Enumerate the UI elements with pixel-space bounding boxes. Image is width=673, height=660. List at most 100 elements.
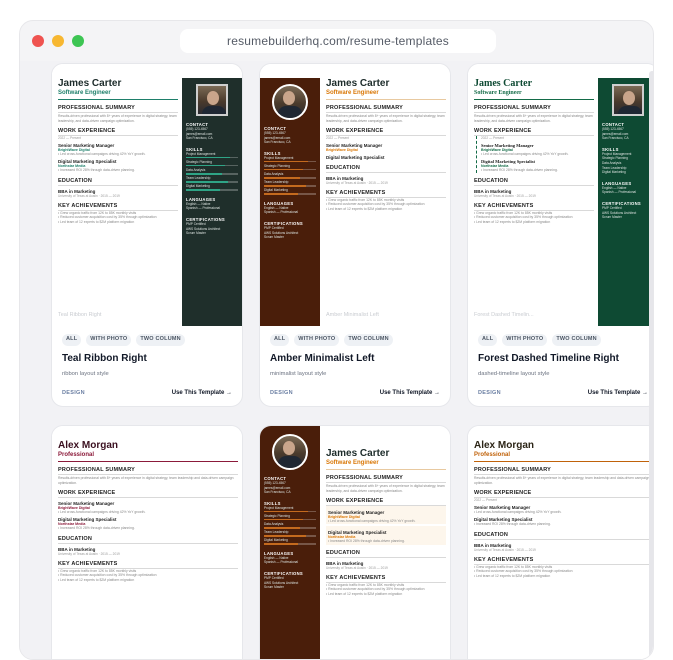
resume-achievements-heading: KEY ACHIEVEMENTS [58, 203, 178, 211]
template-card[interactable]: James Carter Software Engineer PROFESSIO… [51, 63, 243, 407]
resume-bullet: Increased ROI 28% through data-driven pl… [58, 168, 178, 172]
resume-role: Professional [58, 452, 95, 458]
resume-job-block: Senior Marketing Manager BrightWave Digi… [326, 506, 446, 525]
timeline: 2022 — Present Senior Marketing Manager … [476, 136, 594, 173]
tag-all[interactable]: ALL [62, 334, 82, 346]
resume-divider [326, 99, 446, 100]
resume-skill: Project Management [264, 505, 294, 510]
template-preview[interactable]: Alex Morgan Professional PROFESSIONAL SU… [468, 426, 653, 659]
skill-bar [264, 527, 316, 529]
resume-summary-heading: PROFESSIONAL SUMMARY [326, 475, 446, 483]
template-description: minimalist layout style [270, 371, 327, 377]
maximize-window-button[interactable] [72, 35, 84, 47]
template-name: Amber Minimalist Left [270, 353, 375, 364]
resume-name: James Carter [58, 78, 122, 89]
use-template-button[interactable]: Use This Template → [380, 390, 440, 396]
close-window-button[interactable] [32, 35, 44, 47]
resume-job-block: Digital Marketing Specialist Northstar M… [326, 526, 446, 545]
resume-cert: Scrum Master [602, 215, 622, 220]
resume-date: 2022 — Present [481, 136, 505, 140]
template-card[interactable]: CONTACT (555) 123-4567 james@email.com S… [259, 425, 451, 659]
tag-with-photo[interactable]: WITH PHOTO [294, 334, 340, 346]
resume-achievements-heading: KEY ACHIEVEMENTS [326, 575, 446, 583]
tag-two-column[interactable]: TWO COLUMN [552, 334, 601, 346]
resume-company: BrightWave Digital [326, 148, 358, 152]
resume-divider [474, 99, 594, 100]
resume-skill: Data Analysis [264, 521, 284, 526]
tag-two-column[interactable]: TWO COLUMN [344, 334, 393, 346]
resume-role: Software Engineer [58, 90, 111, 96]
tag-all[interactable]: ALL [478, 334, 498, 346]
resume-education-heading: EDUCATION [326, 550, 446, 558]
resume-summary-heading: PROFESSIONAL SUMMARY [474, 467, 653, 475]
address-bar[interactable]: resumebuilderhq.com/resume-templates [180, 29, 496, 53]
tag-with-photo[interactable]: WITH PHOTO [502, 334, 548, 346]
page-scrollbar[interactable] [649, 71, 653, 659]
skill-bar [186, 164, 238, 167]
resume-achievement: Led team of 12 experts to $2M platform m… [326, 207, 446, 211]
resume-skill: Data Analysis [264, 171, 284, 176]
template-preview[interactable]: CONTACT (555) 123-4567 james@email.com S… [260, 426, 450, 659]
resume-main-column: James Carter Software Engineer PROFESSIO… [58, 78, 178, 224]
use-template-button[interactable]: Use This Template → [588, 390, 648, 396]
resume-work-heading: WORK EXPERIENCE [58, 128, 178, 136]
resume-main-column: James Carter Software Engineer PROFESSIO… [326, 78, 446, 211]
browser-toolbar: resumebuilderhq.com/resume-templates [20, 21, 653, 61]
resume-skill: Team Leadership [264, 530, 289, 535]
resume-summary: Results-driven professional with 8+ year… [326, 114, 445, 123]
template-info: ALL WITH PHOTO TWO COLUMN Forest Dashed … [468, 326, 653, 377]
template-card[interactable]: CONTACT (555) 123-4567 james@email.com S… [259, 63, 451, 407]
resume-role: Software Engineer [326, 90, 379, 96]
resume-language: Spanish — Professional [264, 210, 299, 215]
resume-achievement: Led team of 12 experts to $2M platform m… [326, 592, 446, 596]
use-template-button[interactable]: Use This Template → [172, 390, 232, 396]
resume-bullet: Increased ROI 28% through data-driven pl… [58, 526, 238, 530]
resume-date: 2022 — Present [58, 136, 82, 140]
resume-education-heading: EDUCATION [474, 532, 653, 540]
tag-all[interactable]: ALL [270, 334, 290, 346]
browser-window: resumebuilderhq.com/resume-templates Jam… [19, 20, 654, 660]
minimize-window-button[interactable] [52, 35, 64, 47]
template-card[interactable]: James Carter Software Engineer PROFESSIO… [467, 63, 653, 407]
resume-achievement: Led team of 12 experts to $2M platform m… [58, 578, 238, 582]
resume-skill: Digital Marketing [186, 184, 210, 189]
template-info: ALL WITH PHOTO TWO COLUMN Amber Minimali… [260, 326, 450, 377]
template-category: DESIGN [478, 390, 501, 396]
resume-school: University of Texas at Austin · 2015 — 2… [58, 551, 120, 556]
template-category: DESIGN [62, 390, 85, 396]
resume-school: University of Texas at Austin · 2015 — 2… [474, 547, 536, 552]
template-footer: DESIGN Use This Template → [270, 390, 440, 396]
resume-bullet: Increased ROI 28% through data-driven pl… [481, 168, 594, 172]
resume-achievements-heading: KEY ACHIEVEMENTS [474, 557, 653, 565]
template-description: ribbon layout style [62, 371, 109, 377]
skill-bar [264, 510, 316, 513]
resume-sidebar: CONTACT (555) 123-4567 james@email.com S… [260, 78, 320, 326]
template-preview[interactable]: CONTACT (555) 123-4567 james@email.com S… [260, 64, 450, 326]
skill-bar [264, 543, 316, 545]
tag-with-photo[interactable]: WITH PHOTO [86, 334, 132, 346]
resume-divider [58, 99, 178, 100]
resume-bullet: Increased ROI 28% through data-driven pl… [328, 539, 444, 543]
template-card[interactable]: Alex Morgan Professional PROFESSIONAL SU… [467, 425, 653, 659]
profile-photo [612, 84, 644, 116]
resume-bullet: Increased ROI 28% through data-driven pl… [474, 522, 653, 526]
skill-bar [264, 535, 316, 537]
template-card[interactable]: Alex Morgan Professional PROFESSIONAL SU… [51, 425, 243, 659]
profile-photo [272, 84, 308, 120]
resume-summary-heading: PROFESSIONAL SUMMARY [474, 105, 594, 113]
resume-cert: Scrum Master [186, 231, 206, 236]
skill-bar [186, 156, 238, 159]
page-viewport: James Carter Software Engineer PROFESSIO… [20, 61, 653, 659]
resume-language: Spanish — Professional [186, 206, 221, 211]
tag-two-column[interactable]: TWO COLUMN [136, 334, 185, 346]
resume-cert: Scrum Master [264, 235, 284, 240]
template-name: Forest Dashed Timeline Right [478, 353, 619, 364]
template-preview[interactable]: Alex Morgan Professional PROFESSIONAL SU… [52, 426, 242, 659]
resume-role: Professional [474, 452, 511, 458]
template-footer: DESIGN Use This Template → [62, 390, 232, 396]
resume-achievement: Led team of 12 experts to $2M platform m… [474, 220, 594, 224]
template-preview[interactable]: James Carter Software Engineer PROFESSIO… [468, 64, 653, 326]
resume-summary: Results-driven professional with 8+ year… [58, 476, 234, 485]
resume-achievements-heading: KEY ACHIEVEMENTS [58, 561, 238, 569]
template-preview[interactable]: James Carter Software Engineer PROFESSIO… [52, 64, 242, 326]
